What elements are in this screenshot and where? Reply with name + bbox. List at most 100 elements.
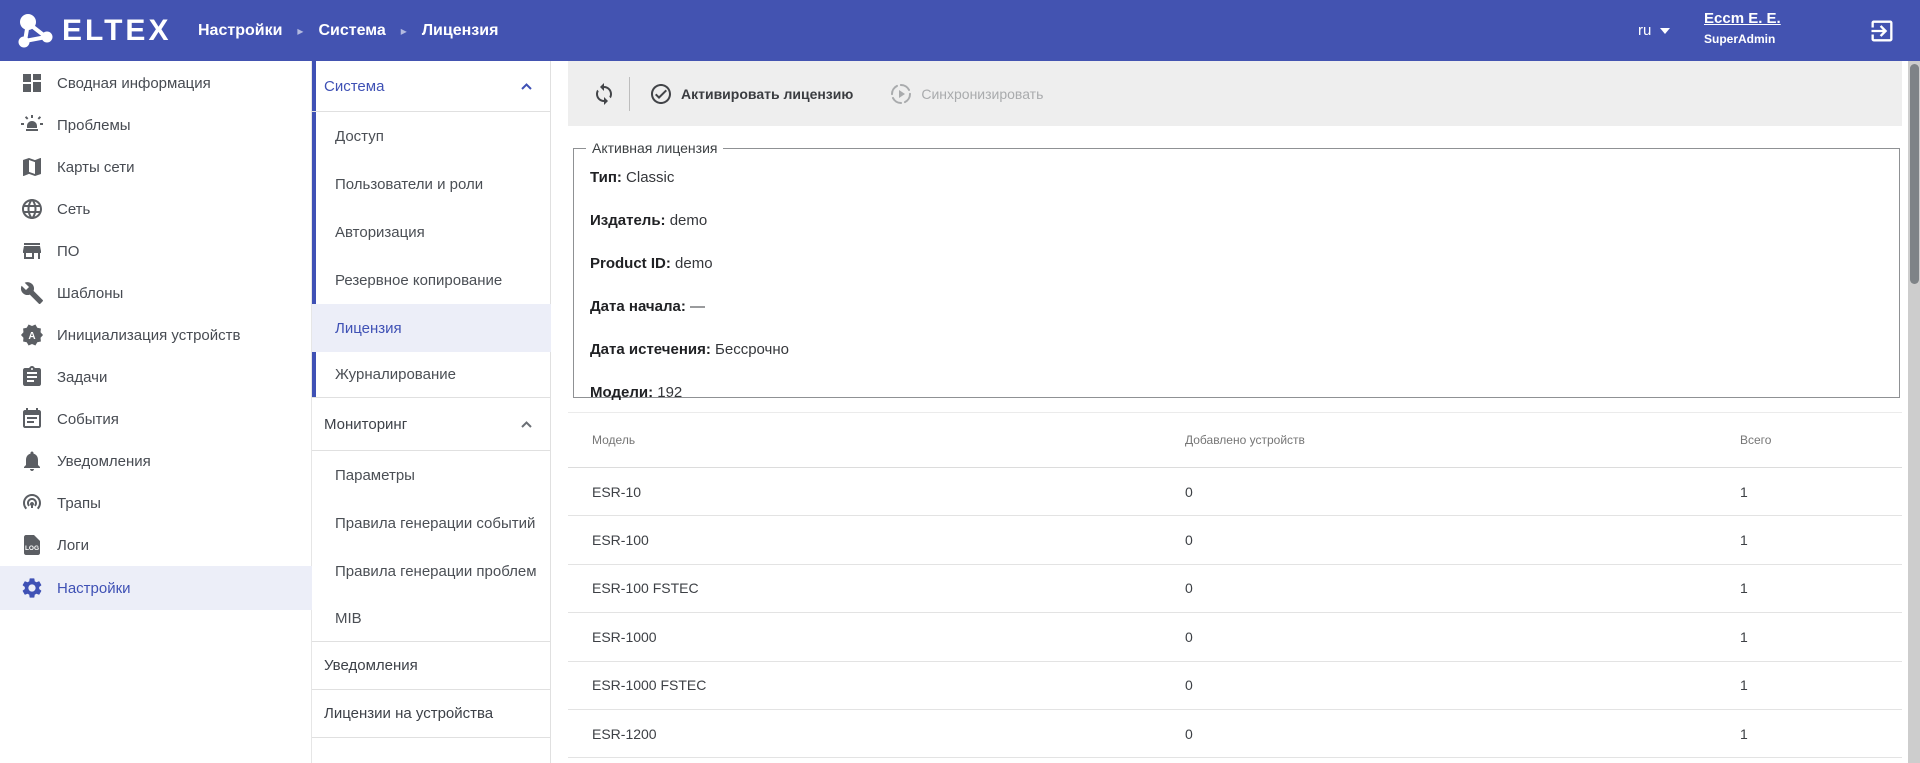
- dashboard-icon: [20, 71, 44, 95]
- submenu-item-access[interactable]: Доступ: [312, 112, 551, 160]
- cell-added: 0: [1185, 629, 1193, 645]
- license-toolbar: Активировать лицензию Синхронизировать: [568, 61, 1902, 126]
- sidebar-item-label: Задачи: [57, 369, 107, 386]
- wrench-icon: [20, 281, 44, 305]
- submenu-item-label: Пользователи и роли: [335, 176, 483, 193]
- submenu-item-event-rules[interactable]: Правила генерации событий: [312, 499, 551, 547]
- sidebar-item-device-init[interactable]: A Инициализация устройств: [0, 314, 312, 356]
- submenu-section-system[interactable]: Система: [312, 61, 551, 112]
- chevron-up-icon: [520, 420, 533, 429]
- eltex-logo[interactable]: ELTEX: [14, 9, 171, 52]
- cell-total: 1: [1740, 629, 1748, 645]
- submenu-item-license[interactable]: Лицензия: [312, 304, 551, 352]
- logo-text: ELTEX: [62, 14, 171, 48]
- section-title: Лицензии на устройства: [324, 705, 493, 722]
- user-block: Eccm E. E. SuperAdmin: [1704, 10, 1781, 47]
- cell-model: ESR-1000 FSTEC: [592, 677, 706, 693]
- sidebar-item-label: Логи: [57, 537, 89, 554]
- active-license-legend: Активная лицензия: [586, 140, 723, 156]
- device-init-badge-icon: A: [20, 323, 44, 347]
- sidebar-item-label: Уведомления: [57, 453, 151, 470]
- sidebar-item-network-maps[interactable]: Карты сети: [0, 146, 312, 188]
- sidebar-item-summary[interactable]: Сводная информация: [0, 62, 312, 104]
- submenu-item-users-roles[interactable]: Пользователи и роли: [312, 160, 551, 208]
- submenu-section-device-licenses[interactable]: Лицензии на устройства: [312, 690, 551, 738]
- sidebar-item-label: Инициализация устройств: [57, 327, 240, 344]
- sidebar-item-events[interactable]: События: [0, 398, 312, 440]
- submenu-item-parameters[interactable]: Параметры: [312, 451, 551, 499]
- activate-license-button[interactable]: Активировать лицензию: [649, 82, 853, 106]
- submenu-section-notifications[interactable]: Уведомления: [312, 642, 551, 690]
- submenu-item-logging[interactable]: Журналирование: [312, 352, 551, 398]
- table-row[interactable]: ESR-1000 0 1: [568, 613, 1902, 661]
- license-field-start-date: Дата начала: —: [590, 295, 1899, 319]
- settings-gear-icon: [20, 576, 44, 600]
- sidebar-item-label: Сеть: [57, 201, 90, 218]
- submenu-item-backup[interactable]: Резервное копирование: [312, 256, 551, 304]
- sidebar-item-label: Сводная информация: [57, 75, 211, 92]
- license-field-expiry-date: Дата истечения: Бессрочно: [590, 338, 1899, 362]
- refresh-button[interactable]: [592, 82, 616, 106]
- column-header-model: Модель: [592, 433, 635, 447]
- table-row[interactable]: ESR-1000 FSTEC 0 1: [568, 662, 1902, 710]
- submenu-section-monitoring[interactable]: Мониторинг: [312, 398, 551, 451]
- breadcrumb-separator-icon: ▸: [401, 24, 407, 38]
- scrollbar-thumb[interactable]: [1910, 64, 1919, 284]
- submenu-item-mib[interactable]: MIB: [312, 595, 551, 642]
- sidebar-item-tasks[interactable]: Задачи: [0, 356, 312, 398]
- column-header-total: Всего: [1740, 433, 1771, 447]
- cell-total: 1: [1740, 726, 1748, 742]
- sidebar-item-network[interactable]: Сеть: [0, 188, 312, 230]
- submenu-item-label: Правила генерации проблем: [335, 563, 537, 580]
- table-row[interactable]: ESR-1200 0 1: [568, 710, 1902, 758]
- problems-alarm-icon: [20, 113, 44, 137]
- breadcrumb-system[interactable]: Система: [318, 22, 385, 40]
- sidebar-item-software[interactable]: ПО: [0, 230, 312, 272]
- column-header-added: Добавлено устройств: [1185, 433, 1305, 447]
- globe-icon: [20, 197, 44, 221]
- sidebar-item-label: Проблемы: [57, 117, 131, 134]
- submenu-item-problem-rules[interactable]: Правила генерации проблем: [312, 547, 551, 595]
- tasks-clipboard-icon: [20, 365, 44, 389]
- settings-submenu: Система Доступ Пользователи и роли Автор…: [312, 61, 551, 763]
- sidebar-item-settings[interactable]: Настройки: [0, 566, 312, 610]
- breadcrumb-settings[interactable]: Настройки: [198, 22, 282, 40]
- sidebar-item-label: Карты сети: [57, 159, 135, 176]
- cell-model: ESR-100 FSTEC: [592, 580, 699, 596]
- table-row[interactable]: ESR-100 0 1: [568, 516, 1902, 564]
- language-value: ru: [1638, 22, 1651, 39]
- submenu-item-label: Резервное копирование: [335, 272, 502, 289]
- active-license-panel: Активная лицензия Тип: Classic Издатель:…: [573, 140, 1900, 398]
- breadcrumb-license[interactable]: Лицензия: [422, 22, 499, 40]
- section-title: Мониторинг: [324, 416, 407, 433]
- chevron-down-icon: [1660, 28, 1670, 34]
- license-field-models: Модели: 192: [590, 381, 1899, 405]
- sidebar-item-problems[interactable]: Проблемы: [0, 104, 312, 146]
- user-name-link[interactable]: Eccm E. E.: [1704, 10, 1781, 29]
- logout-button[interactable]: [1868, 17, 1896, 45]
- cell-added: 0: [1185, 677, 1193, 693]
- cell-model: ESR-1200: [592, 726, 657, 742]
- cell-added: 0: [1185, 580, 1193, 596]
- submenu-item-label: Параметры: [335, 467, 415, 484]
- sidebar-item-label: Трапы: [57, 495, 101, 512]
- scrollbar[interactable]: [1908, 61, 1920, 763]
- activate-license-label: Активировать лицензию: [681, 86, 853, 102]
- cell-total: 1: [1740, 677, 1748, 693]
- cell-added: 0: [1185, 532, 1193, 548]
- table-header-row: Модель Добавлено устройств Всего: [568, 413, 1902, 468]
- sidebar-item-label: Настройки: [57, 580, 131, 597]
- cell-total: 1: [1740, 532, 1748, 548]
- sidebar-item-logs[interactable]: LOG Логи: [0, 524, 312, 566]
- table-row[interactable]: ESR-100 FSTEC 0 1: [568, 565, 1902, 613]
- sidebar-item-traps[interactable]: Трапы: [0, 482, 312, 524]
- cell-added: 0: [1185, 726, 1193, 742]
- software-store-icon: [20, 239, 44, 263]
- submenu-item-authorization[interactable]: Авторизация: [312, 208, 551, 256]
- license-models-table: Модель Добавлено устройств Всего ESR-10 …: [568, 413, 1902, 763]
- sidebar-item-notifications[interactable]: Уведомления: [0, 440, 312, 482]
- sidebar-item-templates[interactable]: Шаблоны: [0, 272, 312, 314]
- language-selector[interactable]: ru: [1638, 0, 1670, 61]
- table-row[interactable]: ESR-10 0 1: [568, 468, 1902, 516]
- synchronize-button[interactable]: Синхронизировать: [889, 82, 1043, 106]
